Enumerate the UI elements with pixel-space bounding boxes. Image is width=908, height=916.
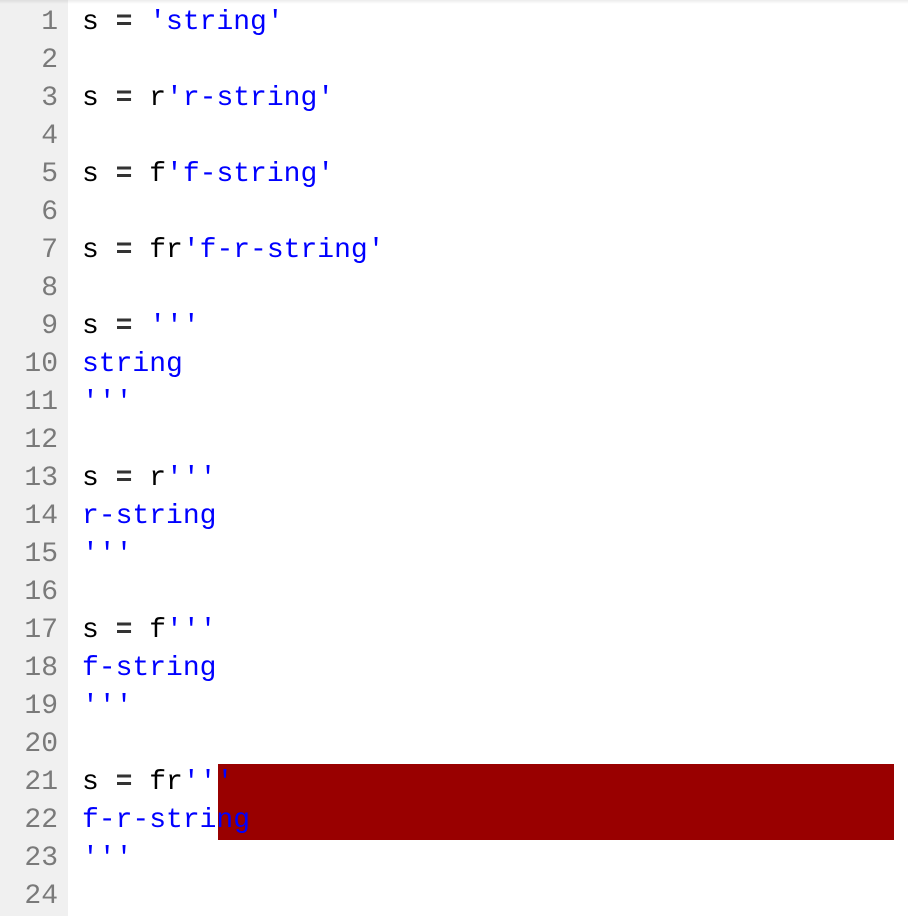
token-text: f [132,159,166,190]
code-line[interactable] [82,878,908,916]
code-line[interactable]: f-r-string [82,802,908,840]
token-string: r-string [82,501,216,532]
code-line[interactable] [82,726,908,764]
token-string: f-r-string [82,805,250,836]
line-number: 7 [4,232,58,270]
code-line[interactable]: s = fr''' [82,764,908,802]
token-string: ''' [183,767,233,798]
line-number: 16 [4,574,58,612]
code-editor[interactable]: 1 2 3 4 5 6 7 8 9 10 11 12 13 14 15 16 1… [0,0,908,916]
token-string: ''' [166,615,216,646]
token-variable: s [82,767,116,798]
token-string: 'r-string' [166,83,334,114]
line-number: 12 [4,422,58,460]
line-number: 22 [4,802,58,840]
line-number: 8 [4,270,58,308]
code-line[interactable]: string [82,346,908,384]
code-area[interactable]: s = 'string' s = r'r-string' s = f'f-str… [68,0,908,916]
token-string: ''' [82,691,132,722]
code-line[interactable]: r-string [82,498,908,536]
token-text [132,311,149,342]
line-number-gutter: 1 2 3 4 5 6 7 8 9 10 11 12 13 14 15 16 1… [0,0,68,916]
token-variable: s [82,7,116,38]
token-operator: = [116,767,133,798]
line-number: 20 [4,726,58,764]
token-variable: s [82,311,116,342]
token-string: ''' [82,843,132,874]
line-number: 2 [4,42,58,80]
line-number: 15 [4,536,58,574]
token-string: ''' [82,387,132,418]
token-operator: = [116,83,133,114]
line-number: 11 [4,384,58,422]
code-line[interactable]: ''' [82,536,908,574]
line-number: 6 [4,194,58,232]
token-variable: s [82,235,116,266]
line-number: 13 [4,460,58,498]
token-variable: s [82,159,116,190]
code-line[interactable] [82,270,908,308]
line-number: 9 [4,308,58,346]
line-number: 1 [4,4,58,42]
token-text: r [132,463,166,494]
code-line[interactable]: s = 'string' [82,4,908,42]
line-number: 18 [4,650,58,688]
line-number: 3 [4,80,58,118]
line-number: 10 [4,346,58,384]
line-number: 23 [4,840,58,878]
code-line[interactable] [82,422,908,460]
line-number: 17 [4,612,58,650]
token-operator: = [116,7,133,38]
token-string: ''' [149,311,199,342]
token-string: string [82,349,183,380]
line-number: 4 [4,118,58,156]
code-line[interactable]: ''' [82,688,908,726]
code-line[interactable]: s = ''' [82,308,908,346]
code-line[interactable]: f-string [82,650,908,688]
token-string: ''' [166,463,216,494]
line-number: 19 [4,688,58,726]
token-variable: s [82,463,116,494]
code-line[interactable]: s = r''' [82,460,908,498]
code-line[interactable] [82,118,908,156]
token-text: fr [132,767,182,798]
code-line[interactable]: ''' [82,384,908,422]
code-line[interactable]: s = fr'f-r-string' [82,232,908,270]
token-text: f [132,615,166,646]
tab-shadow [0,0,908,4]
token-string: f-string [82,653,216,684]
code-line[interactable]: s = f'f-string' [82,156,908,194]
token-operator: = [116,463,133,494]
token-text: r [132,83,166,114]
token-string: 'f-r-string' [183,235,385,266]
code-content[interactable]: s = 'string' s = r'r-string' s = f'f-str… [82,4,908,916]
token-string: 'f-string' [166,159,334,190]
token-variable: s [82,83,116,114]
code-line[interactable]: ''' [82,840,908,878]
token-operator: = [116,159,133,190]
code-line[interactable]: s = f''' [82,612,908,650]
code-line[interactable] [82,42,908,80]
token-string: 'string' [149,7,283,38]
token-text: fr [132,235,182,266]
token-operator: = [116,235,133,266]
line-number: 14 [4,498,58,536]
code-line[interactable]: s = r'r-string' [82,80,908,118]
token-string: ''' [82,539,132,570]
line-number: 5 [4,156,58,194]
line-number: 24 [4,878,58,916]
token-operator: = [116,615,133,646]
line-number: 21 [4,764,58,802]
token-operator: = [116,311,133,342]
token-variable: s [82,615,116,646]
token-text [132,7,149,38]
code-line[interactable] [82,574,908,612]
code-line[interactable] [82,194,908,232]
